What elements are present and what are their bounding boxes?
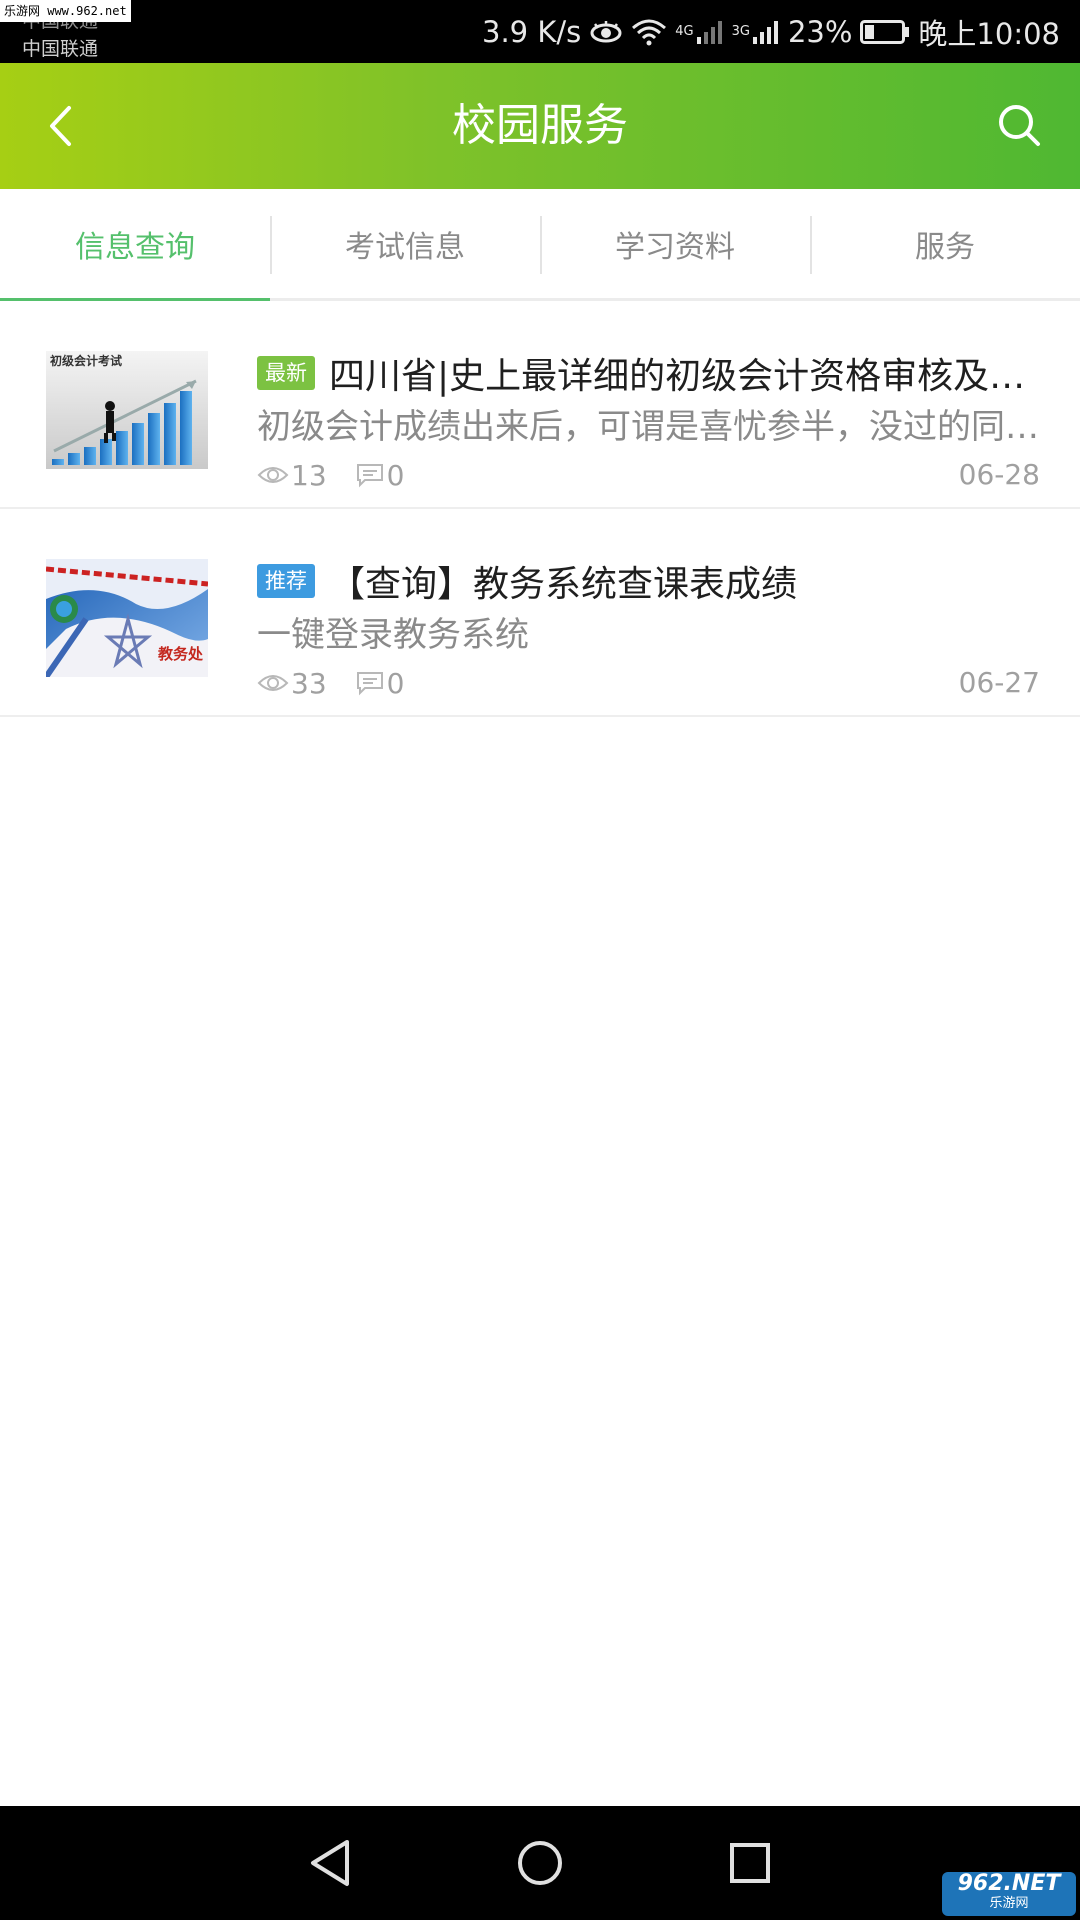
- thumbnail-caption: 教务处: [157, 645, 204, 663]
- article-thumbnail: 教务处: [46, 559, 208, 677]
- badge-recommended: 推荐: [257, 564, 315, 598]
- circle-home-icon: [518, 1841, 562, 1885]
- eye-icon: [257, 467, 289, 483]
- search-icon: [999, 105, 1040, 146]
- search-button[interactable]: [990, 96, 1050, 156]
- view-count-value: 33: [291, 666, 327, 700]
- status-bar: 中国联通 中国联通 乐游网 www.962.net 3.9 K/s 4G 3G …: [0, 0, 1080, 63]
- tab-exam-info[interactable]: 考试信息: [270, 189, 540, 298]
- carrier-label: 中国联通: [22, 38, 99, 60]
- article-summary: 一键登录教务系统: [257, 615, 529, 655]
- tab-info-query[interactable]: 信息查询: [0, 189, 270, 301]
- nav-home-button[interactable]: [505, 1828, 575, 1898]
- thumbnail-caption: 初级会计考试: [50, 353, 122, 368]
- article-title: 【查询】教务系统查课表成绩: [329, 564, 798, 605]
- page-title: 校园服务: [452, 100, 628, 151]
- tab-services[interactable]: 服务: [810, 189, 1080, 298]
- watermark-label: 乐游网 www.962.net: [0, 0, 131, 22]
- nav-back-button[interactable]: [295, 1828, 365, 1898]
- battery-icon: [860, 19, 910, 45]
- article-thumbnail: 初级会计考试: [46, 351, 208, 469]
- view-count-value: 13: [291, 458, 327, 492]
- comment-count-value: 0: [386, 458, 405, 492]
- view-count: 33: [257, 667, 327, 700]
- signal-type-label: 4G: [675, 24, 694, 39]
- signal-icon: 3G: [732, 19, 780, 45]
- category-tabs: 信息查询 考试信息 学习资料 服务: [0, 189, 1080, 301]
- article-title: 四川省|史上最详细的初级会计资格审核及证书领取时间: [329, 356, 1040, 397]
- watermark-sub: 乐游网: [989, 1896, 1029, 1911]
- square-recents-icon: [730, 1843, 770, 1883]
- comment-count: 0: [355, 666, 405, 700]
- watermark-logo: 962.NET 乐游网: [942, 1872, 1076, 1916]
- article-meta: 13 0 06-28: [257, 453, 1040, 497]
- nav-recents-button[interactable]: [715, 1828, 785, 1898]
- comment-icon: [356, 672, 383, 696]
- wifi-icon: [631, 18, 667, 46]
- comment-count-value: 0: [386, 666, 405, 700]
- list-item[interactable]: 教务处 推荐 【查询】教务系统查课表成绩 一键登录教务系统 33 0 06-27: [0, 509, 1080, 717]
- comment-icon: [356, 464, 383, 488]
- comment-count: 0: [355, 458, 405, 492]
- app-header: 校园服务: [0, 63, 1080, 189]
- clock: 晚上10:08: [918, 16, 1060, 51]
- status-indicators: 3.9 K/s 4G 3G 23% 晚上10:08: [482, 0, 1060, 63]
- article-date: 06-27: [958, 666, 1040, 699]
- tab-study-materials[interactable]: 学习资料: [540, 189, 810, 298]
- signal-type-label: 3G: [731, 24, 750, 39]
- battery-percent: 23%: [787, 14, 853, 49]
- network-speed: 3.9 K/s: [482, 14, 582, 49]
- badge-new: 最新: [257, 356, 315, 390]
- watermark-brand: 962.NET: [957, 1871, 1061, 1896]
- signal-icon: 4G: [675, 19, 723, 45]
- system-nav-bar: 962.NET 乐游网: [0, 1806, 1080, 1920]
- article-meta: 33 0 06-27: [257, 661, 1040, 705]
- eye-icon: [257, 675, 289, 691]
- article-list: 初级会计考试 最新 四川省|史上最详细的初级会计资格审核及证 初级会计成绩出来后…: [0, 301, 1080, 717]
- article-date: 06-28: [958, 458, 1040, 491]
- triangle-back-icon: [311, 1840, 349, 1886]
- eye-icon: [589, 20, 623, 44]
- view-count: 13: [257, 459, 327, 492]
- list-item[interactable]: 初级会计考试 最新 四川省|史上最详细的初级会计资格审核及证 初级会计成绩出来后…: [0, 301, 1080, 509]
- article-summary: 初级会计成绩出来后，可谓是喜忧参半，没过的同学继续努力: [257, 407, 1040, 447]
